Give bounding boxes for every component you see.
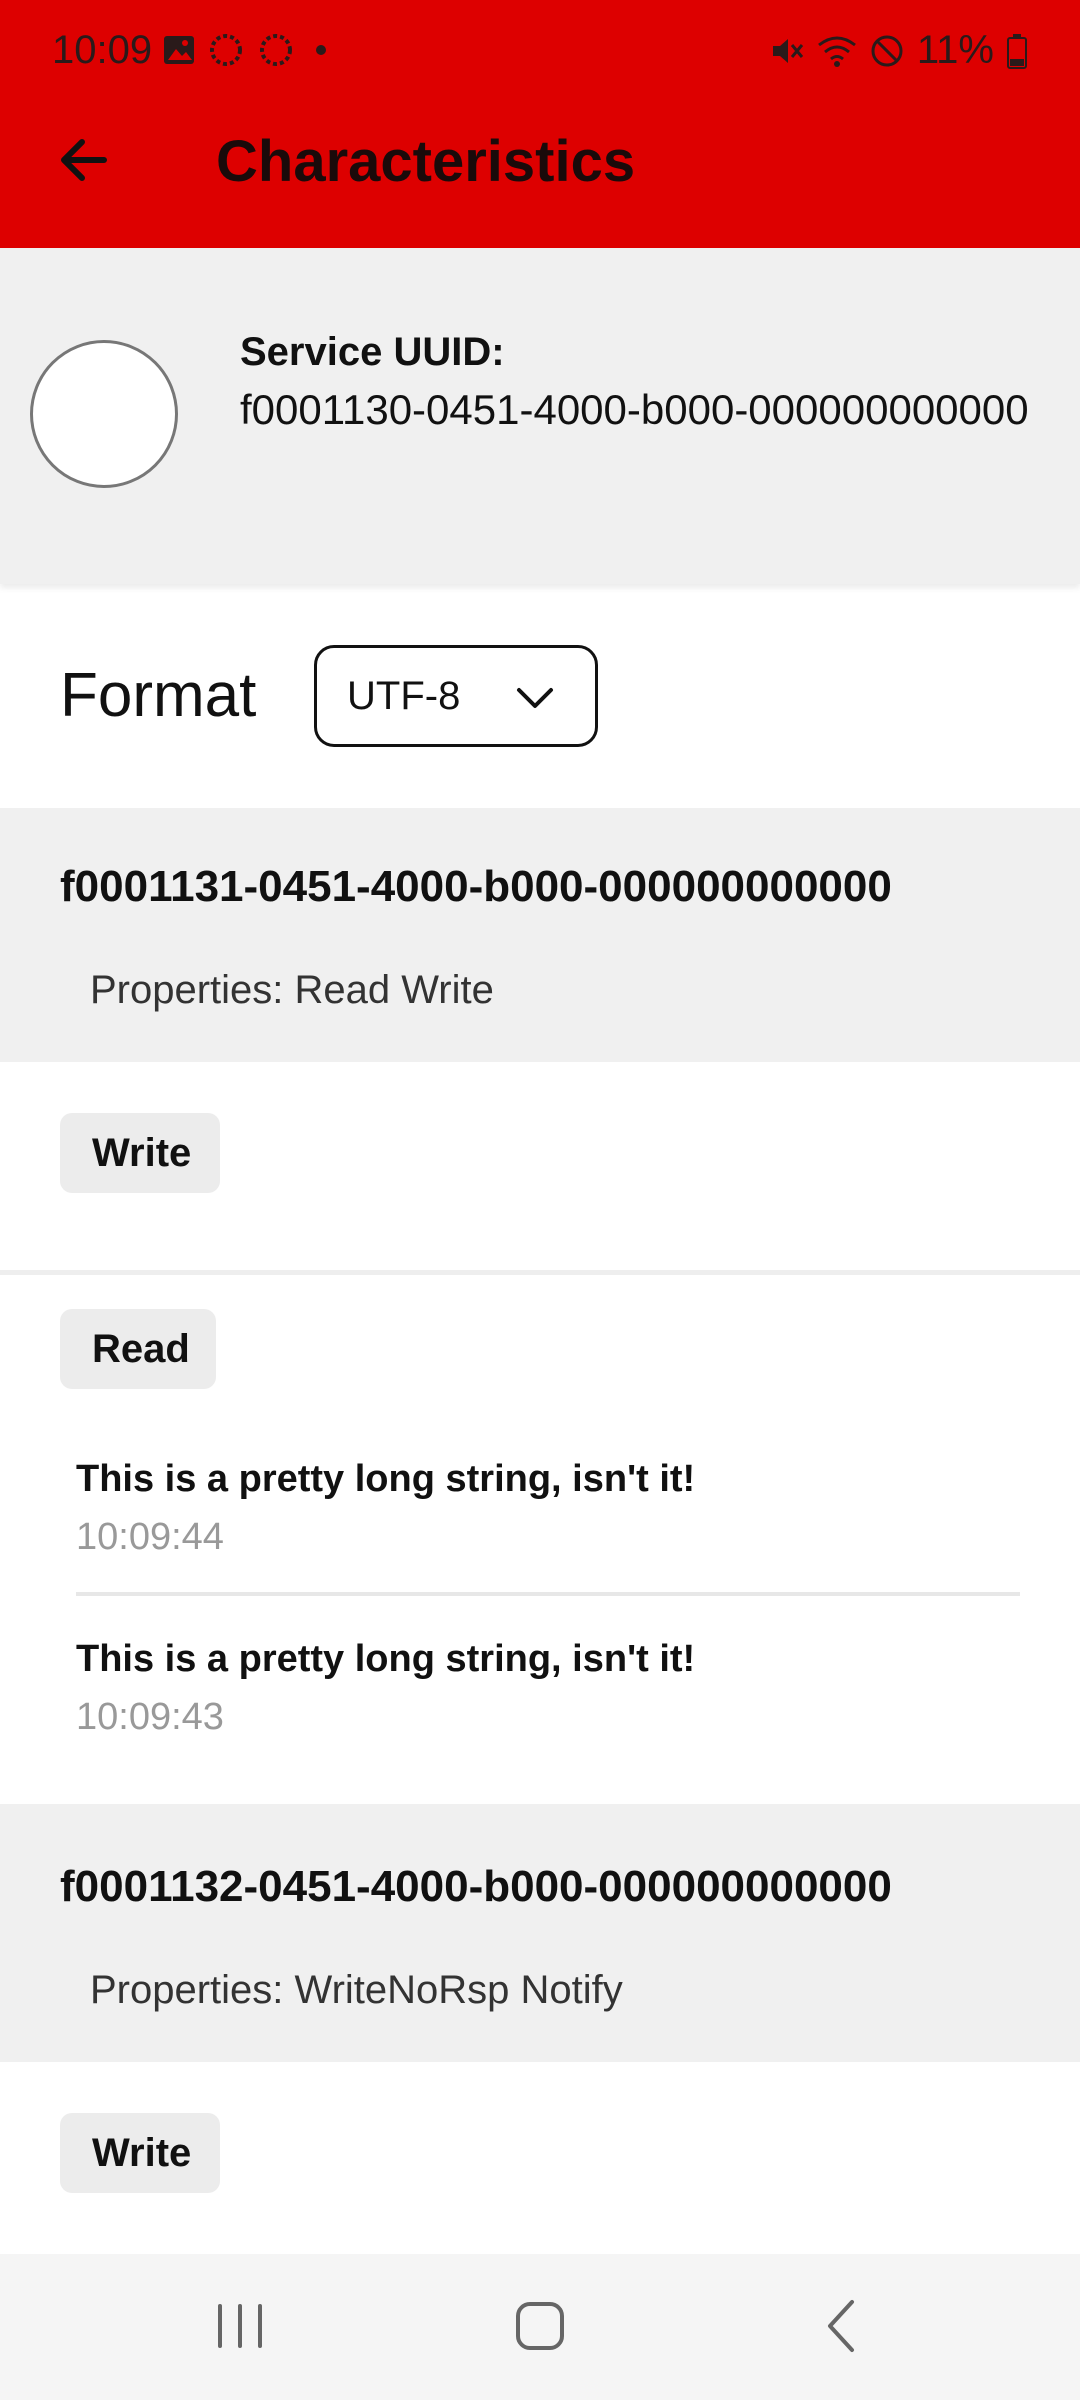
mute-icon: [772, 38, 804, 63]
read-value: This is a pretty long string, isn't it!: [76, 1458, 696, 1500]
chevron-down-icon: [517, 688, 553, 708]
back-arrow-icon[interactable]: [52, 128, 116, 192]
do-not-disturb-icon: [871, 35, 903, 66]
read-timestamp: 10:09:44: [76, 1516, 224, 1558]
battery-icon: [1007, 33, 1027, 69]
section-divider: [0, 1270, 1080, 1275]
back-nav-icon[interactable]: [818, 2296, 868, 2356]
status-bar: 10:09 11%: [0, 0, 1080, 104]
service-avatar: [30, 340, 178, 488]
service-uuid-value: f0001130-0451-4000-b000-000000000000: [240, 386, 1029, 433]
write-button[interactable]: Write: [60, 1113, 220, 1193]
status-time: 10:09: [52, 28, 153, 72]
home-icon[interactable]: [510, 2296, 570, 2356]
format-label: Format: [60, 661, 257, 730]
characteristic-properties: Properties: WriteNoRsp Notify: [90, 1968, 623, 2012]
read-timestamp: 10:09:43: [76, 1696, 224, 1738]
characteristic-header: [0, 1804, 1080, 2062]
page-title: Characteristics: [216, 129, 636, 194]
characteristic-header: [0, 808, 1080, 1062]
sync-notification-icon-2: [260, 34, 292, 66]
recent-apps-icon[interactable]: [212, 2296, 268, 2356]
read-button[interactable]: Read: [60, 1309, 216, 1389]
system-navigation-bar: [0, 2254, 1080, 2400]
battery-percent: 11%: [916, 28, 994, 72]
read-value: This is a pretty long string, isn't it!: [76, 1638, 696, 1680]
characteristic-uuid: f0001132-0451-4000-b000-000000000000: [60, 1862, 892, 1911]
more-notifications-dot-icon: [316, 45, 326, 55]
sync-notification-icon: [210, 34, 242, 66]
wifi-icon: [817, 36, 856, 67]
read-list-divider: [76, 1592, 1020, 1596]
characteristic-properties: Properties: Read Write: [90, 968, 494, 1012]
characteristic-uuid: f0001131-0451-4000-b000-000000000000: [60, 862, 892, 911]
format-dropdown[interactable]: UTF-8: [314, 645, 598, 747]
write-button[interactable]: Write: [60, 2113, 220, 2193]
status-notification-icons: [162, 30, 336, 70]
status-system-icons: 11%: [769, 28, 1028, 73]
image-notification-icon: [164, 36, 194, 64]
service-uuid-label: Service UUID:: [240, 330, 505, 374]
format-selected-value: UTF-8: [347, 673, 461, 718]
